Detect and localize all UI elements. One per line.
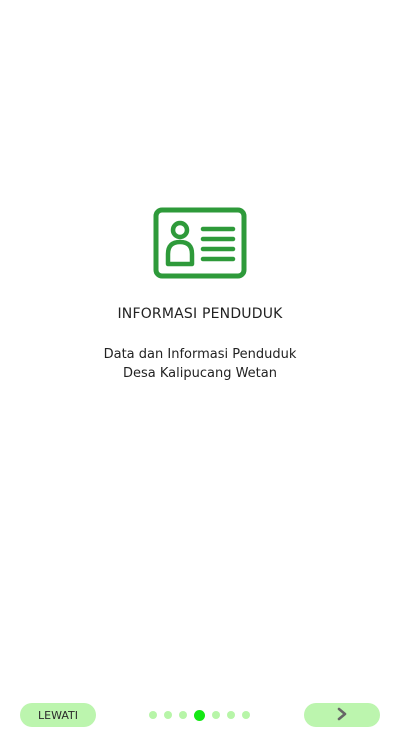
page-dot-4-active[interactable]	[194, 709, 205, 721]
skip-button[interactable]: LEWATI	[20, 703, 96, 727]
id-card-icon	[153, 207, 247, 279]
page-dot-7[interactable]	[242, 711, 250, 719]
page-dot-2[interactable]	[164, 711, 172, 719]
page-dot-6[interactable]	[227, 711, 235, 719]
description-line: Data dan Informasi Penduduk	[103, 347, 297, 362]
page-dot-5[interactable]	[212, 711, 220, 719]
page-dot-3[interactable]	[179, 711, 187, 719]
next-button[interactable]	[304, 703, 380, 727]
page-indicator	[149, 708, 250, 722]
chevron-right-icon	[336, 707, 348, 724]
onboarding-description: Data dan Informasi Penduduk Desa Kalipuc…	[0, 345, 400, 383]
onboarding-title: INFORMASI PENDUDUK	[117, 306, 283, 322]
description-line: Desa Kalipucang Wetan	[123, 366, 277, 381]
page-dot-1[interactable]	[149, 711, 157, 719]
onboarding-screen: INFORMASI PENDUDUK Data dan Informasi Pe…	[0, 0, 400, 745]
